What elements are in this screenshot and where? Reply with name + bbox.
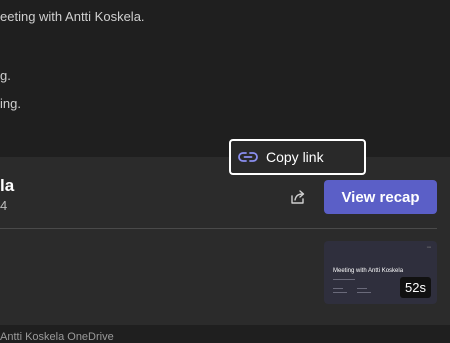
menu-item-copy-link[interactable]: Copy link	[229, 139, 366, 175]
footer-text: Antti Koskela OneDrive	[0, 331, 114, 343]
chat-message: ing.	[0, 96, 21, 111]
divider	[0, 228, 437, 229]
link-icon	[238, 150, 260, 164]
view-recap-button[interactable]: View recap	[324, 180, 437, 214]
thumbnail-detail-line	[357, 292, 371, 293]
chat-message: g.	[0, 68, 11, 83]
duration-badge: 52s	[400, 277, 431, 298]
thumbnail-title: Meeting with Antti Koskela	[333, 268, 404, 274]
recap-card-title: la	[0, 176, 15, 195]
share-icon[interactable]	[288, 187, 308, 207]
menu-item-label: Copy link	[266, 149, 324, 165]
recap-card-subtitle: 4	[0, 198, 8, 213]
thumbnail-corner-mark: ▪▪▪▪	[426, 245, 431, 249]
chat-message: eeting with Antti Koskela.	[0, 9, 145, 24]
thumbnail-detail-line	[333, 288, 343, 289]
thumbnail-detail-line	[333, 279, 355, 280]
thumbnail-detail-line	[357, 288, 367, 289]
thumbnail-detail-line	[333, 292, 347, 293]
recap-thumbnail[interactable]: ▪▪▪▪ Meeting with Antti Koskela 52s	[324, 241, 437, 304]
